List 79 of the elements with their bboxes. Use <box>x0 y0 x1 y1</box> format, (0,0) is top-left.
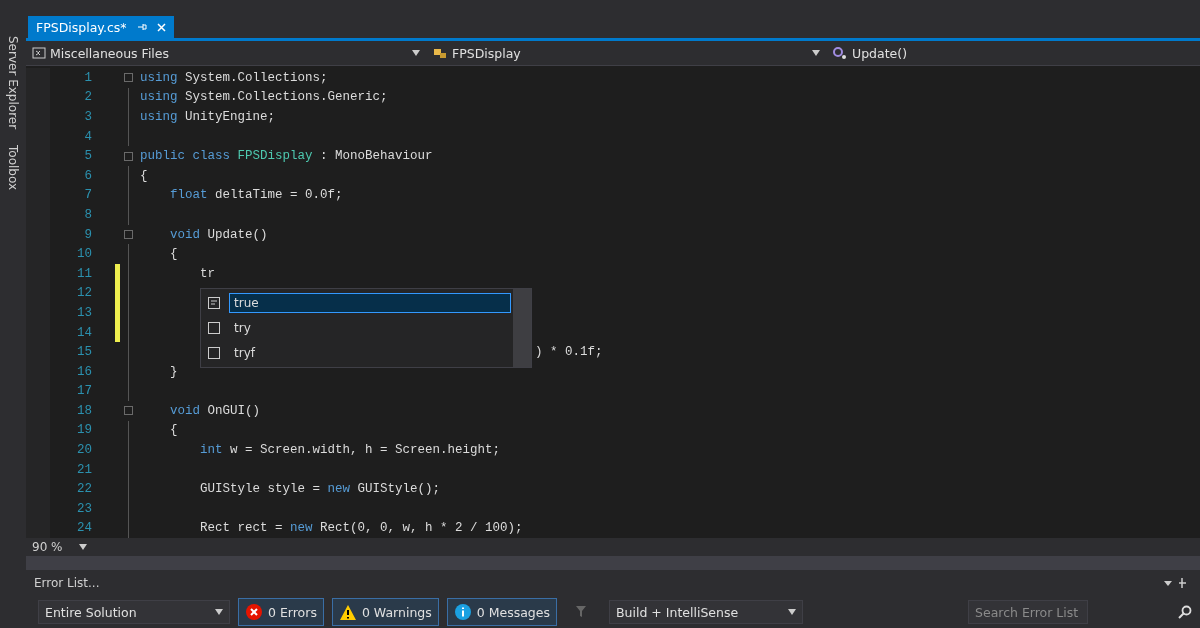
caret-icon <box>215 609 223 615</box>
code-line: using System.Collections.Generic; <box>140 90 388 105</box>
type-dropdown[interactable]: FPSDisplay <box>452 45 521 61</box>
line-number: 10 <box>76 247 92 262</box>
line-number: 24 <box>76 521 92 536</box>
line-number: 12 <box>76 286 92 301</box>
line-number: 5 <box>83 149 92 164</box>
project-icon <box>32 47 46 59</box>
collapse-toggle[interactable] <box>124 73 133 83</box>
filter-toggle[interactable]: 0 Errors <box>238 598 324 626</box>
line-number: 6 <box>83 168 92 183</box>
file-tab[interactable]: FPSDisplay.cs* <box>28 16 174 38</box>
class-icon <box>432 46 448 60</box>
project-dropdown[interactable]: Miscellaneous Files <box>50 45 170 61</box>
close-icon[interactable] <box>156 22 166 32</box>
code-line: { <box>140 168 148 183</box>
side-tab[interactable]: Server Explorer <box>6 36 20 130</box>
line-number: 19 <box>76 423 92 438</box>
code-line: float deltaTime = 0.0f; <box>169 188 343 203</box>
search-field[interactable]: Search Error List <box>968 600 1088 624</box>
code-line: tr <box>199 266 215 281</box>
scope-dropdown[interactable]: Entire Solution <box>38 600 230 624</box>
line-number: 22 <box>76 482 92 497</box>
member-dropdown[interactable]: Update() <box>852 45 908 61</box>
method-icon <box>832 46 848 60</box>
line-number: 1 <box>83 70 92 85</box>
line-number: 8 <box>83 207 92 222</box>
completion-item[interactable]: true <box>229 293 511 314</box>
error-icon <box>245 603 263 621</box>
line-number: 15 <box>76 345 92 360</box>
line-number: 18 <box>76 403 92 418</box>
code-line: { <box>169 247 178 262</box>
side-tab[interactable]: Toolbox <box>6 145 20 191</box>
line-number: 7 <box>83 188 92 203</box>
snippet-icon <box>207 345 221 360</box>
collapse-toggle[interactable] <box>124 406 133 416</box>
line-number: 17 <box>76 384 92 399</box>
code-line: void Update() <box>169 227 268 242</box>
caret-icon <box>412 50 420 56</box>
scrollbar[interactable] <box>513 289 531 367</box>
code-line: void OnGUI() <box>169 403 261 418</box>
line-number: 13 <box>76 305 92 320</box>
source-dropdown[interactable]: Build + IntelliSense <box>609 600 803 624</box>
warning-icon <box>338 603 357 621</box>
completion-item[interactable]: try <box>229 318 256 338</box>
line-number: 16 <box>76 364 92 379</box>
line-number: 11 <box>76 266 92 281</box>
code-line: } <box>169 364 178 379</box>
code-line: using System.Collections; <box>140 70 328 85</box>
code-line: { <box>169 423 178 438</box>
filter-toggle[interactable]: 0 Warnings <box>331 598 439 626</box>
code-line: using UnityEngine; <box>140 110 276 124</box>
line-number: 2 <box>83 90 92 105</box>
code-line: Rect rect = new Rect(0, 0, w, h * 2 / 100); <box>199 521 523 536</box>
panel-title: Error List... <box>34 576 100 590</box>
caret-icon <box>788 609 796 615</box>
line-number: 4 <box>83 129 92 144</box>
collapse-toggle[interactable] <box>124 151 133 161</box>
line-number: 23 <box>76 501 92 516</box>
filter-toggle[interactable]: 0 Messages <box>446 598 557 626</box>
tab-title: FPSDisplay.cs* <box>36 19 127 35</box>
code-line: public class FPSDisplay : MonoBehaviour <box>140 149 433 164</box>
code-line: int w = Screen.width, h = Screen.height; <box>199 443 501 458</box>
line-number: 21 <box>76 462 92 477</box>
snippet-icon <box>207 296 221 311</box>
line-number: 20 <box>76 443 92 458</box>
line-number: 14 <box>76 325 92 340</box>
search-icon[interactable] <box>1178 605 1192 619</box>
code-line: ) * 0.1f; <box>535 345 603 360</box>
snippet-icon <box>207 321 221 335</box>
line-number: 9 <box>83 227 92 242</box>
caret-icon <box>812 50 820 56</box>
completion-item[interactable]: tryf <box>229 342 260 363</box>
collapse-toggle[interactable] <box>124 230 133 240</box>
code-line: GUIStyle style = new GUIStyle(); <box>199 482 441 497</box>
info-icon <box>453 603 472 621</box>
line-number: 3 <box>83 110 92 124</box>
caret-icon[interactable] <box>78 544 87 550</box>
zoom-level[interactable]: 90 % <box>32 540 63 554</box>
